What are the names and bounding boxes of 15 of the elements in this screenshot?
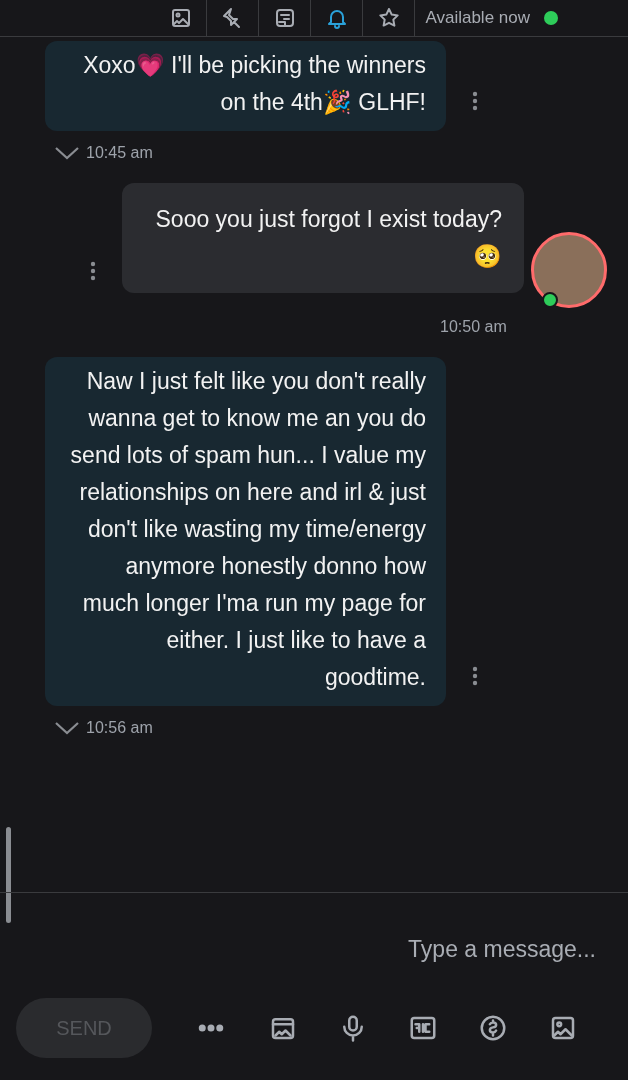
- message-bubble: Naw I just felt like you don't really wanna get to know me an you do send lots of spam hun... I value my relationships on here and irl & just don't like wasting my time/energy anymore honestly donno how much longer I'ma run my page for either. I just like to have a goodtime.: [45, 357, 446, 706]
- scrollbar[interactable]: [6, 827, 11, 923]
- dollar-icon[interactable]: [478, 1013, 508, 1043]
- message-bubble: Xoxo💗 I'll be picking the winners on the 4th🎉 GLHF!: [45, 41, 446, 131]
- kebab-icon[interactable]: [472, 91, 478, 111]
- message-field[interactable]: Type a message...: [198, 931, 598, 968]
- kebab-icon[interactable]: [90, 261, 96, 281]
- chevron-icon[interactable]: [54, 145, 80, 161]
- kebab-icon[interactable]: [472, 666, 478, 686]
- message-time: 10:56 am: [86, 718, 153, 738]
- status-text: Available now: [425, 7, 530, 30]
- message-time: 10:50 am: [440, 317, 507, 337]
- message-bubble: Sooo you just forgot I exist today?🥺: [122, 183, 524, 293]
- chevron-icon[interactable]: [54, 720, 80, 736]
- message-time: 10:45 am: [86, 143, 153, 163]
